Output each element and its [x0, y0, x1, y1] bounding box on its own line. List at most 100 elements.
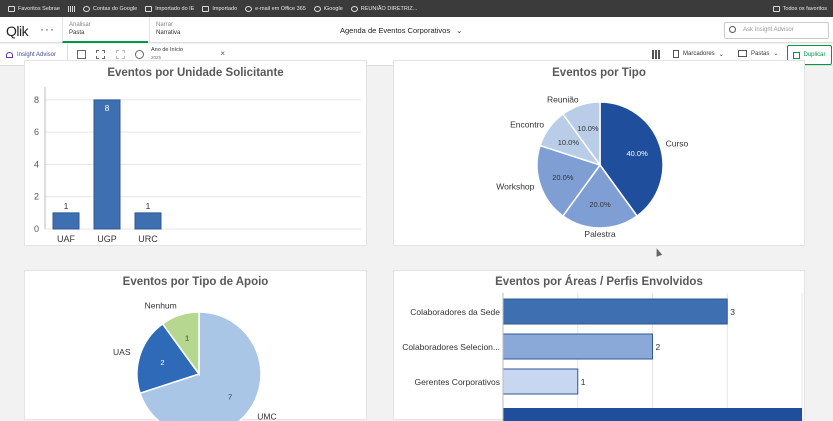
- data-label: 1: [146, 201, 151, 211]
- folder-icon: [202, 5, 210, 12]
- folder-icon: [772, 5, 780, 12]
- slice-label: UMC: [257, 411, 276, 421]
- insight-advisor-icon: [6, 52, 13, 58]
- bar: [93, 99, 121, 230]
- bookmark-item[interactable]: Contas do Google: [82, 5, 138, 12]
- bookmark-item[interactable]: [67, 5, 75, 12]
- y-tick-label: Gerentes Corporativos: [414, 377, 500, 387]
- bar: [502, 333, 653, 360]
- bookmark-label: REUNIÃO DIRETRIZ...: [360, 5, 418, 12]
- mouse-cursor-icon: [653, 247, 663, 257]
- data-label: 2: [656, 342, 661, 352]
- bookmark-item[interactable]: Favoritos Sebrae: [8, 5, 60, 12]
- y-tick-label: 6: [34, 127, 39, 137]
- app-title: Agenda de Eventos Corporativos: [340, 26, 451, 35]
- slice-value-label: 10.0%: [558, 138, 580, 147]
- bookmark-item[interactable]: iGoogle: [313, 5, 343, 12]
- chevron-down-icon: ⌄: [456, 26, 463, 35]
- data-label: 1: [64, 201, 69, 211]
- all-bookmarks-button[interactable]: Todos os favoritos: [772, 0, 827, 17]
- y-tick-label: 0: [34, 224, 39, 234]
- x-tick-label: UGP: [97, 234, 117, 244]
- tab-analisar-mode: Analisar: [69, 22, 91, 28]
- slice-value-label: 2: [160, 358, 164, 367]
- more-menu-icon[interactable]: ···: [40, 22, 55, 36]
- y-tick-label: 8: [34, 95, 39, 105]
- pie-chart: 40.0% Curso 20.0% Palestra 20.0% Workshop 10.0…: [496, 94, 688, 239]
- globe-icon: [245, 5, 253, 12]
- close-icon[interactable]: ×: [220, 50, 225, 58]
- bookmark-item[interactable]: e-mail em Office 365: [245, 5, 306, 12]
- y-tick-label: 4: [34, 159, 39, 169]
- sheets-button[interactable]: Pastas ⌄: [738, 50, 778, 57]
- bookmark-icon: [673, 50, 679, 58]
- slice-value-label: 20.0%: [552, 173, 574, 182]
- selection-history-icon[interactable]: [135, 50, 144, 59]
- tab-narrar[interactable]: Narrar Narrativa: [149, 17, 235, 43]
- smart-search-icon[interactable]: [77, 50, 86, 59]
- slice-label: UAS: [113, 347, 131, 357]
- chart-eventos-areas[interactable]: Eventos por Áreas / Perfis Envolvidos 3C…: [393, 270, 805, 421]
- globe-icon: [313, 5, 321, 12]
- duplicate-label: Duplicar: [803, 52, 826, 58]
- bar: [52, 212, 80, 230]
- slice-value-label: 1: [185, 333, 189, 342]
- slice-label: Nenhum: [145, 301, 177, 311]
- chart-eventos-tipo[interactable]: Eventos por Tipo 40.0% Curso 20.0% Palestra…: [393, 60, 805, 246]
- tab-narrar-label: Narrativa: [156, 30, 181, 36]
- selection-select-icon[interactable]: [96, 50, 105, 59]
- bar: [503, 408, 802, 421]
- slice-value-label: 40.0%: [627, 149, 649, 158]
- slice-value-label: 10.0%: [577, 124, 599, 133]
- search-input[interactable]: Ask Insight Advisor: [724, 22, 829, 39]
- bookmark-label: iGoogle: [323, 5, 343, 12]
- y-tick-label: Colaboradores Selecion...: [402, 342, 500, 352]
- bar: [502, 368, 579, 395]
- bar-chart: 0 2 4 6 8 1 UAF 8 UGP 1 URC: [34, 87, 361, 244]
- data-label: 1: [581, 377, 586, 387]
- apps-icon: [67, 5, 75, 12]
- y-tick-label: Colaboradores da Sede: [410, 307, 500, 317]
- bookmark-item[interactable]: Importado do IE: [145, 5, 195, 12]
- all-bookmarks-label: Todos os favoritos: [782, 5, 827, 12]
- bookmarks-label: Marcadores: [683, 51, 715, 57]
- insight-advisor-label: Insight Advisor: [17, 52, 57, 58]
- bar: [134, 212, 162, 230]
- sheets-label: Pastas: [751, 50, 770, 57]
- data-label: 3: [730, 307, 735, 317]
- slice-value-label: 20.0%: [589, 200, 611, 209]
- qlik-logo[interactable]: Qlik: [6, 23, 29, 39]
- bookmark-label: Contas do Google: [92, 5, 138, 12]
- y-tick-label: 2: [34, 192, 39, 202]
- selection-field: Ano de Início: [151, 47, 184, 53]
- globe-icon: [350, 5, 358, 12]
- tab-narrar-mode: Narrar: [156, 22, 174, 28]
- slice-label: Encontro: [510, 119, 544, 129]
- chart-eventos-unidade[interactable]: Eventos por Unidade Solicitante 0 2 4 6 8 1 UA…: [24, 60, 367, 246]
- slice-value-label: 7: [228, 393, 232, 402]
- chart-eventos-tipo-apoio[interactable]: Eventos por Tipo de Apoio 7 UMC 2 UAS 1 Nenhu…: [24, 270, 367, 421]
- bookmark-item[interactable]: Importado: [202, 5, 238, 12]
- tab-analisar[interactable]: Analisar Pasta: [62, 17, 148, 43]
- tab-analisar-label: Pasta: [69, 30, 85, 36]
- pie-chart: 7 UMC 2 UAS 1 Nenhum: [113, 301, 277, 421]
- grid-view-icon[interactable]: [652, 50, 661, 59]
- bookmark-label: Importado: [212, 5, 238, 12]
- bookmark-label: e-mail em Office 365: [255, 5, 306, 12]
- sheets-icon: [738, 50, 747, 57]
- slice-label: Workshop: [496, 181, 534, 191]
- selection-clear-icon[interactable]: [116, 50, 125, 59]
- x-tick-label: URC: [138, 234, 158, 244]
- app-title-dropdown[interactable]: Agenda de Eventos Corporativos ⌄: [340, 26, 462, 35]
- x-tick-label: UAF: [57, 234, 76, 244]
- app-header: Qlik ··· Analisar Pasta Narrar Narrativa…: [0, 17, 833, 43]
- slice-label: Reunião: [547, 94, 579, 104]
- bookmark-label: Favoritos Sebrae: [18, 5, 60, 12]
- folder-icon: [8, 5, 15, 12]
- bookmark-label: Importado do IE: [155, 5, 195, 12]
- bookmark-item[interactable]: REUNIÃO DIRETRIZ...: [350, 5, 418, 12]
- bookmarks-bar: Favoritos Sebrae Contas do Google Importad…: [0, 0, 833, 17]
- folder-icon: [145, 5, 153, 12]
- bookmarks-button[interactable]: Marcadores ⌄: [673, 50, 724, 58]
- duplicate-icon: [793, 51, 801, 59]
